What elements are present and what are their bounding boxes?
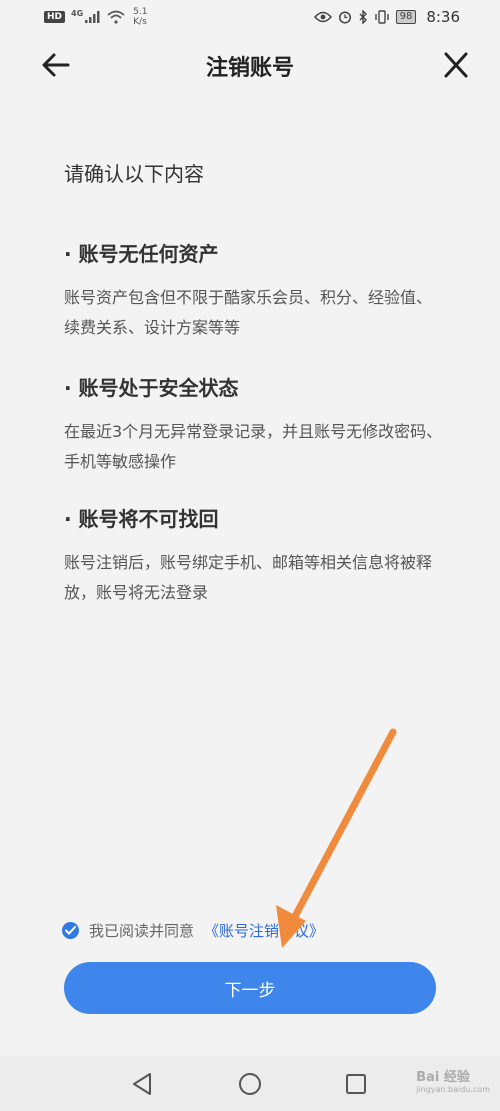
watermark-main: Bai 经验 [416, 1070, 470, 1085]
checkmark-icon [65, 926, 76, 935]
network-speed-value: 5.1 [133, 7, 148, 17]
page-title: 注销账号 [205, 56, 294, 81]
watermark: Bai 经验 jingyan.baidu.com [416, 1066, 490, 1094]
network-speed: 5.1 K/s [133, 7, 147, 27]
section-title: · 账号无任何资产 [64, 242, 219, 266]
battery-indicator: 98 [395, 10, 417, 24]
section-desc: 账号资产包含但不限于酷家乐会员、积分、经验值、续费关系、设计方案等等 [64, 288, 433, 337]
section-title: · 账号处于安全状态 [64, 376, 239, 400]
vibrate-icon [374, 10, 389, 24]
intro-text: 请确认以下内容 [64, 162, 204, 186]
signal-icon [85, 11, 100, 23]
square-recents-icon [346, 1074, 366, 1094]
nav-recents-button[interactable] [343, 1071, 369, 1097]
status-bar: HD 4G 5.1 K/s 98 8:36 [0, 0, 500, 34]
agreement-checkbox[interactable] [62, 922, 79, 939]
nav-back-button[interactable] [130, 1071, 156, 1097]
agreement-text: 我已阅读并同意 [89, 922, 195, 940]
nav-header: 注销账号 [0, 40, 500, 90]
section-desc: 账号注销后，账号绑定手机、邮箱等相关信息将被释放，账号将无法登录 [64, 553, 433, 602]
section-no-assets: · 账号无任何资产 账号资产包含但不限于酷家乐会员、积分、经验值、续费关系、设计… [64, 238, 444, 343]
section-desc: 在最近3个月无异常登录记录，并且账号无修改密码、手机等敏感操作 [64, 422, 443, 471]
network-type: 4G [71, 8, 84, 18]
network-speed-unit: K/s [133, 17, 147, 27]
close-icon [444, 52, 468, 78]
section-title: · 账号将不可找回 [64, 507, 219, 531]
wifi-icon [107, 10, 125, 24]
clock: 8:36 [426, 8, 460, 26]
alarm-icon [338, 11, 351, 24]
agreement-link[interactable]: 《账号注销协议》 [204, 920, 324, 941]
next-button[interactable]: 下一步 [64, 962, 436, 1014]
nav-home-button[interactable] [237, 1071, 263, 1097]
bluetooth-icon [359, 10, 367, 24]
section-unrecoverable: · 账号将不可找回 账号注销后，账号绑定手机、邮箱等相关信息将被释放，账号将无法… [64, 503, 444, 608]
close-button[interactable] [440, 50, 472, 80]
section-safe-state: · 账号处于安全状态 在最近3个月无异常登录记录，并且账号无修改密码、手机等敏感… [64, 372, 444, 477]
circle-home-icon [239, 1073, 261, 1095]
watermark-sub: jingyan.baidu.com [416, 1085, 490, 1094]
eye-icon [313, 11, 332, 23]
triangle-back-icon [133, 1073, 151, 1095]
agreement-row: 我已阅读并同意 《账号注销协议》 [62, 920, 324, 941]
hd-badge: HD [44, 11, 66, 23]
